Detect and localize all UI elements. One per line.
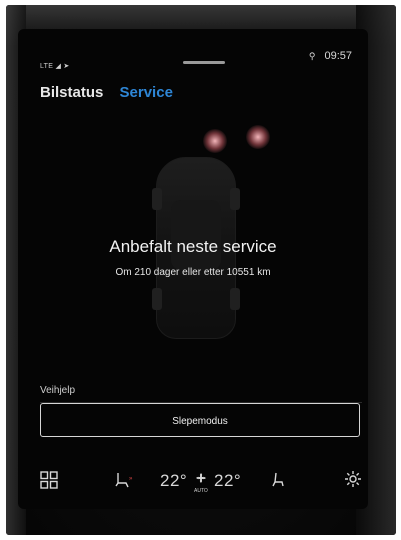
- tab-bar: Bilstatus Service: [40, 84, 185, 101]
- tab-bilstatus[interactable]: Bilstatus: [40, 84, 103, 101]
- light-reflection-left: [203, 129, 227, 153]
- status-bar-left: LTE ◢ ➤: [40, 62, 70, 70]
- light-reflection-right: [246, 125, 270, 149]
- service-title: Anbefalt neste service: [109, 237, 277, 256]
- seat-icon[interactable]: [270, 471, 286, 494]
- car-wheel: [230, 188, 240, 210]
- tow-mode-button[interactable]: Slepemodus: [40, 403, 360, 437]
- status-bar-right: ⚲ 09:57: [309, 50, 352, 62]
- seat-heat-icon[interactable]: »: [114, 471, 136, 494]
- signal-icon: ◢: [55, 63, 62, 70]
- right-temperature[interactable]: 22°: [214, 471, 241, 491]
- tab-service[interactable]: Service: [120, 84, 173, 101]
- climate-bar: » 22° AUTO 22°: [18, 465, 368, 509]
- left-temperature[interactable]: 22°: [160, 471, 187, 491]
- network-label: LTE: [40, 63, 54, 70]
- infotainment-screen: LTE ◢ ➤ ⚲ 09:57 Bilstatus Service Anbefa…: [18, 29, 368, 509]
- app-grid-icon[interactable]: [40, 471, 58, 494]
- settings-gear-icon[interactable]: [344, 470, 362, 493]
- car-wheel: [230, 288, 240, 310]
- section-label-veihjelp: Veihjelp: [40, 385, 76, 396]
- clock: 09:57: [324, 50, 352, 62]
- car-wheel: [152, 188, 162, 210]
- car-roof: [171, 200, 221, 270]
- top-sheet-handle[interactable]: [183, 61, 225, 64]
- service-detail: Om 210 dager eller etter 10551 km: [115, 267, 271, 278]
- photo-frame: LTE ◢ ➤ ⚲ 09:57 Bilstatus Service Anbefa…: [6, 5, 396, 535]
- car-wheel: [152, 288, 162, 310]
- svg-text:»: »: [129, 476, 133, 482]
- location-arrow-icon: ➤: [63, 63, 70, 70]
- fan-auto-label: AUTO: [194, 488, 208, 494]
- user-icon: ⚲: [308, 51, 316, 61]
